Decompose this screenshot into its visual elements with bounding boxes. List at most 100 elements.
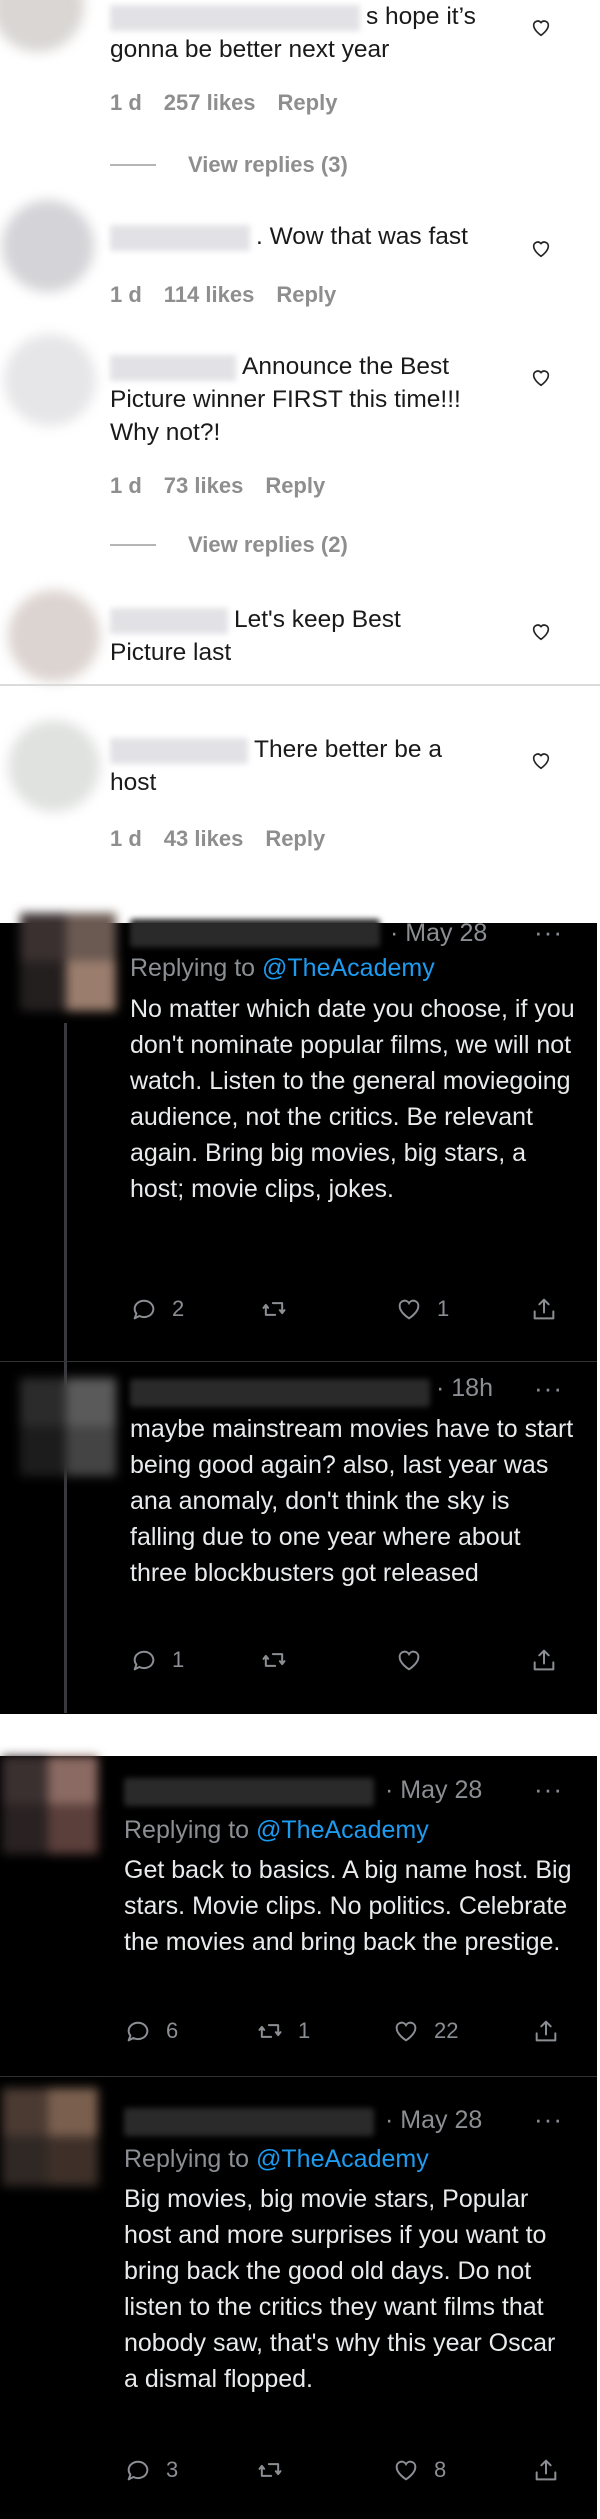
tweet-date[interactable]: · 18h: [436, 1374, 493, 1403]
heart-icon[interactable]: [530, 366, 552, 388]
tweet-actions: 6 1 22: [124, 2017, 570, 2047]
heart-icon: [395, 2021, 417, 2042]
blurred-username[interactable]: [110, 607, 228, 634]
avatar[interactable]: [20, 1378, 116, 1478]
tweet-actions: 2 1: [130, 1295, 570, 1325]
reply-button[interactable]: Reply: [278, 90, 338, 115]
retweet-icon: [258, 2463, 282, 2477]
divider: [110, 164, 156, 166]
blurred-username[interactable]: [110, 737, 248, 764]
comment-text: Announce the Best Picture winner FIRST t…: [110, 353, 461, 446]
mention-link[interactable]: @TheAcademy: [256, 1816, 429, 1844]
reply-icon: [133, 1299, 155, 1320]
comment-meta: 1 d 257 likes Reply: [110, 90, 338, 115]
heart-icon: [398, 1650, 420, 1671]
retweet-button[interactable]: [256, 2456, 298, 2484]
tweet-body: maybe mainstream movies have to start be…: [130, 1415, 574, 1587]
share-button[interactable]: [532, 2456, 574, 2484]
divider: [0, 2076, 597, 2077]
view-replies[interactable]: View replies (2): [110, 532, 348, 558]
more-icon[interactable]: ···: [534, 917, 563, 948]
reply-button[interactable]: Reply: [265, 826, 325, 851]
more-icon[interactable]: ···: [534, 1373, 563, 1404]
retweet-icon: [262, 1302, 286, 1316]
divider: [0, 1361, 597, 1362]
mention-link[interactable]: @TheAcademy: [256, 2145, 429, 2173]
blurred-username[interactable]: [110, 224, 250, 251]
heart-icon: [398, 1299, 420, 1320]
comment-text: Let's keep Best Picture last: [110, 606, 401, 666]
comment-avatar[interactable]: [0, 0, 84, 52]
share-button[interactable]: [530, 1646, 572, 1674]
comment-meta: 1 d 43 likes Reply: [110, 826, 326, 851]
comment-avatar[interactable]: [8, 590, 100, 682]
avatar[interactable]: [20, 913, 116, 1013]
blurred-username[interactable]: [110, 354, 236, 381]
reply-icon: [127, 2021, 149, 2042]
tweet-body: No matter which date you choose, if you …: [130, 995, 575, 1203]
twitter-thread-2: · May 28 ··· Replying to @TheAcademy Get…: [0, 1756, 597, 2519]
comment-text: s hope it’s gonna be better next year: [110, 3, 476, 63]
comment-avatar[interactable]: [8, 720, 100, 812]
heart-icon[interactable]: [530, 16, 552, 38]
twitter-thread-1: · May 28 ··· Replying to @TheAcademy No …: [0, 913, 597, 1714]
reply-button[interactable]: 1: [130, 1646, 184, 1674]
heart-icon[interactable]: [530, 749, 552, 771]
avatar[interactable]: [2, 1756, 98, 1856]
tweet-body: Big movies, big movie stars, Popular hos…: [124, 2185, 556, 2393]
comment-avatar[interactable]: [2, 200, 94, 292]
tweet-date[interactable]: · May 28: [390, 919, 487, 948]
comment-meta: 1 d 73 likes Reply: [110, 473, 326, 498]
tweet-actions: 3 8: [124, 2456, 570, 2486]
tweet-actions: 1: [130, 1646, 570, 1676]
reply-button[interactable]: 6: [124, 2017, 178, 2045]
view-replies[interactable]: View replies (3): [110, 152, 348, 178]
like-button[interactable]: 8: [392, 2456, 446, 2484]
share-icon: [535, 2020, 557, 2042]
retweet-icon: [258, 2024, 282, 2038]
display-name[interactable]: [130, 1379, 430, 1407]
like-button[interactable]: 22: [392, 2017, 458, 2045]
retweet-icon: [262, 1653, 286, 1667]
share-button[interactable]: [530, 1295, 572, 1323]
reply-button[interactable]: 2: [130, 1295, 184, 1323]
share-icon: [533, 1649, 555, 1671]
comment-avatar[interactable]: [4, 334, 96, 426]
instagram-comments-section: s hope it’s gonna be better next year 1 …: [0, 0, 600, 900]
tweet-date[interactable]: · May 28: [385, 1776, 482, 1805]
retweet-button[interactable]: 1: [256, 2017, 310, 2045]
avatar[interactable]: [2, 2088, 98, 2188]
retweet-button[interactable]: [260, 1295, 302, 1323]
comment-meta: 1 d 114 likes Reply: [110, 282, 337, 307]
more-icon[interactable]: ···: [534, 2104, 563, 2135]
heart-icon[interactable]: [530, 620, 552, 642]
replying-to: Replying to @TheAcademy: [124, 2145, 429, 2173]
reply-button[interactable]: 3: [124, 2456, 178, 2484]
replying-to: Replying to @TheAcademy: [130, 954, 435, 982]
display-name[interactable]: [124, 1778, 374, 1806]
reply-icon: [127, 2460, 149, 2481]
display-name[interactable]: [124, 2108, 374, 2136]
display-name[interactable]: [130, 919, 380, 947]
share-button[interactable]: [532, 2017, 574, 2045]
heart-icon[interactable]: [530, 237, 552, 259]
tweet-date[interactable]: · May 28: [385, 2106, 482, 2135]
share-icon: [533, 1298, 555, 1320]
like-button[interactable]: 1: [395, 1295, 449, 1323]
more-icon[interactable]: ···: [534, 1774, 563, 1805]
share-icon: [535, 2459, 557, 2481]
thread-line: [64, 1023, 67, 1713]
divider: [110, 544, 156, 546]
comment-text: There better be a host: [110, 736, 442, 796]
heart-icon: [395, 2460, 417, 2481]
reply-icon: [133, 1650, 155, 1671]
divider: [0, 684, 600, 686]
reply-button[interactable]: Reply: [265, 473, 325, 498]
like-button[interactable]: [395, 1646, 437, 1674]
mention-link[interactable]: @TheAcademy: [262, 954, 435, 982]
tweet-body: Get back to basics. A big name host. Big…: [124, 1856, 572, 1956]
retweet-button[interactable]: [260, 1646, 302, 1674]
blurred-username[interactable]: [110, 4, 360, 31]
replying-to: Replying to @TheAcademy: [124, 1816, 429, 1844]
reply-button[interactable]: Reply: [276, 282, 336, 307]
